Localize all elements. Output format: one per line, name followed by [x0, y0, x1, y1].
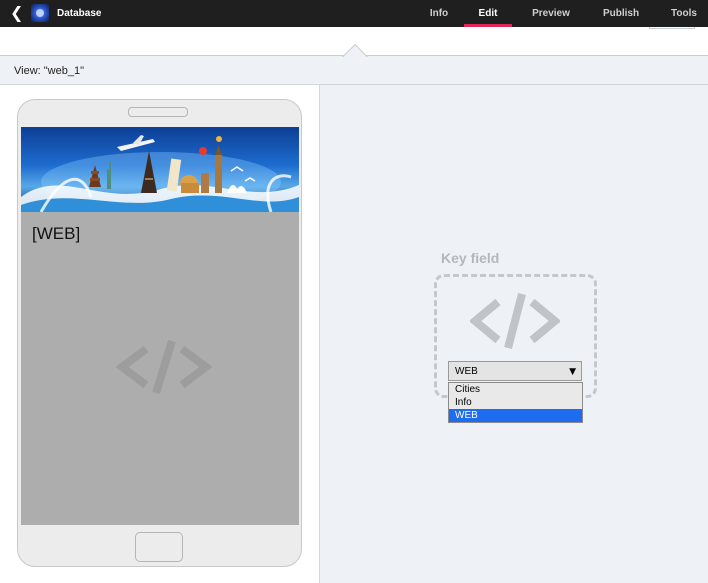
- key-field-title: Key field: [441, 250, 500, 266]
- key-field-select[interactable]: WEB ▼: [448, 361, 582, 381]
- travel-banner-image: [21, 127, 299, 212]
- tab-info[interactable]: Info: [420, 0, 458, 27]
- option-web[interactable]: WEB: [449, 409, 582, 422]
- option-info[interactable]: Info: [449, 396, 582, 409]
- app-logo-icon: [31, 4, 49, 22]
- view-label: View: "web_1": [14, 65, 84, 77]
- field-value-text: [WEB]: [32, 224, 81, 243]
- phone-home-button: [135, 532, 183, 562]
- tab-preview[interactable]: Preview: [527, 0, 575, 27]
- tab-edit[interactable]: Edit: [464, 0, 512, 27]
- key-field-selected-value: WEB: [455, 366, 478, 377]
- code-placeholder-icon: [470, 292, 560, 350]
- back-chevron-icon[interactable]: ❮: [10, 3, 24, 23]
- phone-screen: [WEB]: [21, 127, 299, 525]
- key-field-options: Cities Info WEB: [448, 382, 583, 423]
- phone-speaker: [128, 107, 188, 117]
- dropdown-arrow-icon: ▼: [569, 367, 576, 377]
- option-cities[interactable]: Cities: [449, 383, 582, 396]
- app-title: Database: [57, 8, 102, 19]
- panel-pointer-caret: [341, 42, 369, 57]
- tab-publish[interactable]: Publish: [598, 0, 644, 27]
- toolbar-strip-control[interactable]: [649, 27, 695, 29]
- top-bar: ❮ Database Info Edit Preview Publish Too…: [0, 0, 708, 27]
- code-placeholder-icon: [116, 339, 212, 395]
- tab-tools[interactable]: Tools: [666, 0, 702, 27]
